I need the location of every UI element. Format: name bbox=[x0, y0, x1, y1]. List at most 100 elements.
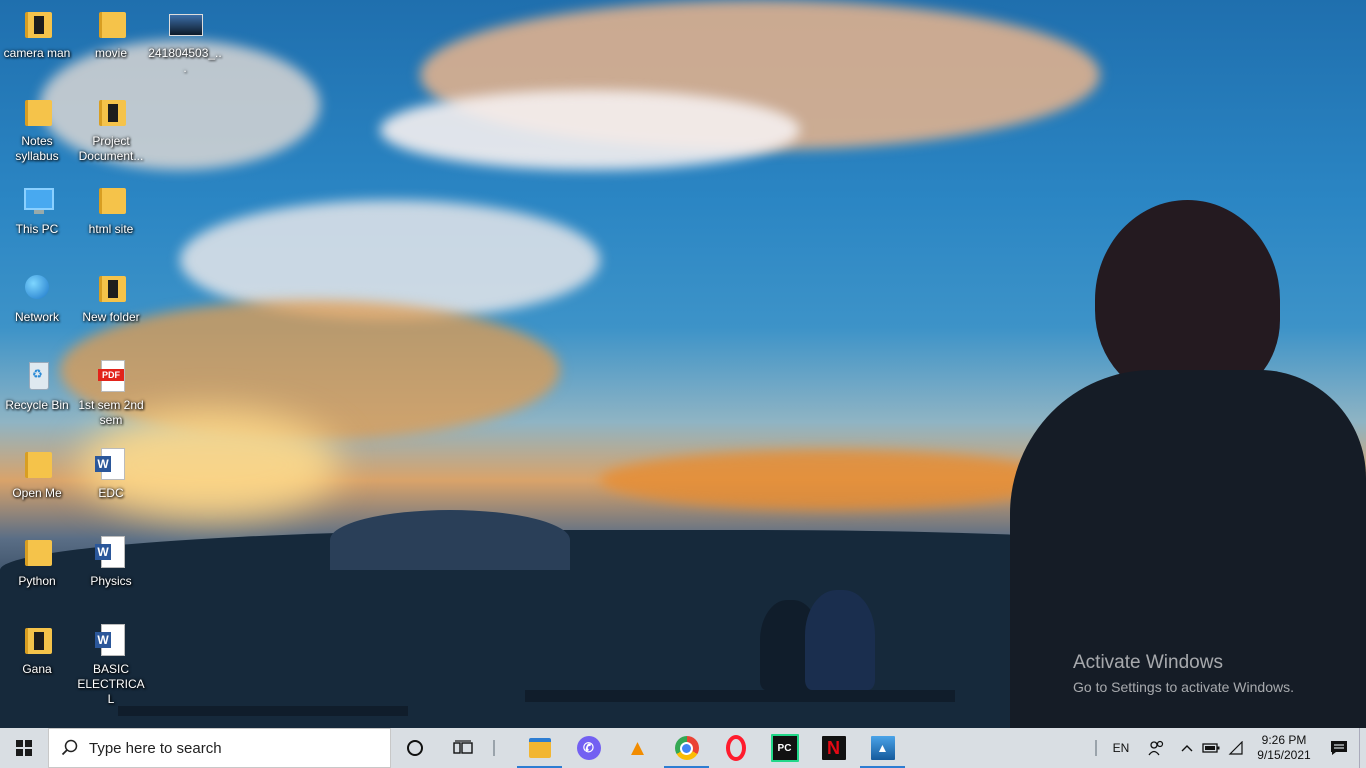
image-file-icon bbox=[169, 6, 203, 40]
activate-windows-watermark: Activate Windows Go to Settings to activ… bbox=[1073, 652, 1294, 695]
start-button[interactable] bbox=[0, 728, 48, 768]
desktop-icon-label: camera man bbox=[3, 46, 71, 60]
desktop-icon-label: 241804503_... bbox=[148, 46, 222, 75]
folder-icon bbox=[21, 6, 53, 40]
bench bbox=[118, 706, 408, 716]
desktop-icon-gana[interactable]: Gana bbox=[0, 622, 74, 677]
desktop-icon-label: Network bbox=[14, 310, 59, 324]
photos-icon: ▲ bbox=[870, 736, 895, 760]
bench bbox=[525, 690, 955, 702]
taskbar-app-opera[interactable] bbox=[711, 728, 760, 768]
cortana-icon bbox=[407, 740, 423, 756]
tray-separator bbox=[1095, 740, 1097, 756]
vlc-icon: ▲ bbox=[626, 735, 649, 760]
folder-icon bbox=[21, 94, 53, 128]
taskbar-app-netflix[interactable]: N bbox=[809, 728, 858, 768]
search-placeholder: Type here to search bbox=[89, 739, 222, 757]
desktop-icon-label: Open Me bbox=[12, 486, 62, 500]
desktop-icon-label: Recycle Bin bbox=[5, 398, 69, 412]
desktop-background[interactable]: camera man movie 241804503_... Notes syl… bbox=[0, 0, 1366, 728]
taskbar-app-vlc[interactable]: ▲ bbox=[613, 728, 662, 768]
system-tray: EN 9:26 PM 9/15/2021 bbox=[1089, 728, 1366, 768]
desktop-icon-label: New folder bbox=[82, 310, 140, 324]
chevron-up-icon bbox=[1181, 745, 1193, 752]
clock-time: 9:26 PM bbox=[1261, 733, 1307, 747]
clock-date: 9/15/2021 bbox=[1257, 748, 1311, 762]
netflix-icon: N bbox=[821, 736, 846, 760]
desktop-icon-label: Python bbox=[18, 574, 56, 588]
desktop-icon-label: EDC bbox=[98, 486, 124, 500]
windows-logo-icon bbox=[16, 740, 32, 756]
word-document-icon bbox=[95, 622, 127, 656]
mountain bbox=[330, 510, 570, 570]
taskbar-search-box[interactable]: Type here to search bbox=[48, 728, 391, 768]
activate-windows-subtitle: Go to Settings to activate Windows. bbox=[1073, 679, 1294, 695]
folder-icon bbox=[95, 94, 127, 128]
activate-windows-title: Activate Windows bbox=[1073, 652, 1223, 673]
desktop-icon-open-me[interactable]: Open Me bbox=[0, 446, 74, 501]
desktop-icon-label: 1st sem 2nd sem bbox=[78, 398, 144, 427]
taskbar: Type here to search ✆ ▲ PC N ▲ EN 9:26 P… bbox=[0, 728, 1366, 768]
taskbar-separator bbox=[493, 740, 495, 756]
action-center-button[interactable] bbox=[1319, 728, 1359, 768]
viber-icon: ✆ bbox=[576, 736, 601, 760]
desktop-icon-physics[interactable]: Physics bbox=[74, 534, 148, 589]
clock[interactable]: 9:26 PM 9/15/2021 bbox=[1249, 728, 1319, 768]
desktop-icon-new-folder[interactable]: New folder bbox=[74, 270, 148, 325]
notification-icon bbox=[1331, 741, 1347, 755]
pdf-file-icon bbox=[95, 358, 127, 392]
computer-icon bbox=[21, 182, 54, 216]
desktop-icon-camera-man[interactable]: camera man bbox=[0, 6, 74, 61]
show-hidden-icons-button[interactable] bbox=[1175, 728, 1199, 768]
desktop-icon-label: html site bbox=[88, 222, 134, 236]
folder-icon bbox=[21, 622, 53, 656]
taskbar-app-pycharm[interactable]: PC bbox=[760, 728, 809, 768]
pycharm-icon: PC bbox=[770, 734, 799, 762]
task-view-icon bbox=[453, 740, 473, 754]
battery-icon bbox=[1202, 743, 1220, 753]
taskbar-app-photos[interactable]: ▲ bbox=[858, 728, 907, 768]
desktop-icon-edc[interactable]: EDC bbox=[74, 446, 148, 501]
network-icon bbox=[21, 270, 53, 304]
folder-icon bbox=[95, 270, 127, 304]
word-document-icon bbox=[95, 446, 127, 480]
desktop-icon-network[interactable]: Network bbox=[0, 270, 74, 325]
task-view-button[interactable] bbox=[439, 728, 487, 768]
folder-icon bbox=[21, 446, 53, 480]
desktop-icon-label: This PC bbox=[15, 222, 59, 236]
folder-icon bbox=[95, 182, 127, 216]
desktop-icon-movie[interactable]: movie bbox=[74, 6, 148, 61]
language-indicator[interactable]: EN bbox=[1103, 728, 1139, 768]
desktop-icon-basic-electrical[interactable]: BASIC ELECTRICAL bbox=[74, 622, 148, 707]
battery-button[interactable] bbox=[1199, 728, 1223, 768]
taskbar-app-file-explorer[interactable] bbox=[515, 728, 564, 768]
desktop-icon-recycle-bin[interactable]: Recycle Bin bbox=[0, 358, 74, 413]
chrome-icon bbox=[674, 736, 699, 760]
desktop-icon-notes-syllabus[interactable]: Notes syllabus bbox=[0, 94, 74, 164]
cloud bbox=[380, 90, 800, 170]
taskbar-app-chrome[interactable] bbox=[662, 728, 711, 768]
desktop-icon-label: movie bbox=[94, 46, 127, 60]
folder-icon bbox=[95, 6, 127, 40]
desktop-icon-1st-sem-2nd-sem[interactable]: 1st sem 2nd sem bbox=[74, 358, 148, 428]
people-button[interactable] bbox=[1139, 728, 1175, 768]
show-desktop-button[interactable] bbox=[1359, 728, 1366, 768]
person-silhouette bbox=[805, 590, 875, 690]
desktop-icon-label: BASIC ELECTRICAL bbox=[77, 662, 145, 706]
cloud bbox=[600, 450, 1060, 510]
search-icon bbox=[61, 739, 78, 756]
network-status-button[interactable] bbox=[1223, 728, 1249, 768]
desktop-icon-image-file[interactable]: 241804503_... bbox=[148, 6, 222, 76]
folder-icon bbox=[21, 534, 53, 568]
desktop-icon-python[interactable]: Python bbox=[0, 534, 74, 589]
people-icon bbox=[1148, 740, 1164, 756]
taskbar-app-viber[interactable]: ✆ bbox=[564, 728, 613, 768]
file-explorer-icon bbox=[528, 738, 551, 758]
cortana-button[interactable] bbox=[391, 728, 439, 768]
desktop-icon-html-site[interactable]: html site bbox=[74, 182, 148, 237]
recycle-bin-icon bbox=[21, 358, 53, 392]
desktop-icon-label: Gana bbox=[22, 662, 52, 676]
desktop-icon-project-document[interactable]: Project Document... bbox=[74, 94, 148, 164]
desktop-icon-this-pc[interactable]: This PC bbox=[0, 182, 74, 237]
desktop-icon-label: Notes syllabus bbox=[15, 134, 59, 163]
